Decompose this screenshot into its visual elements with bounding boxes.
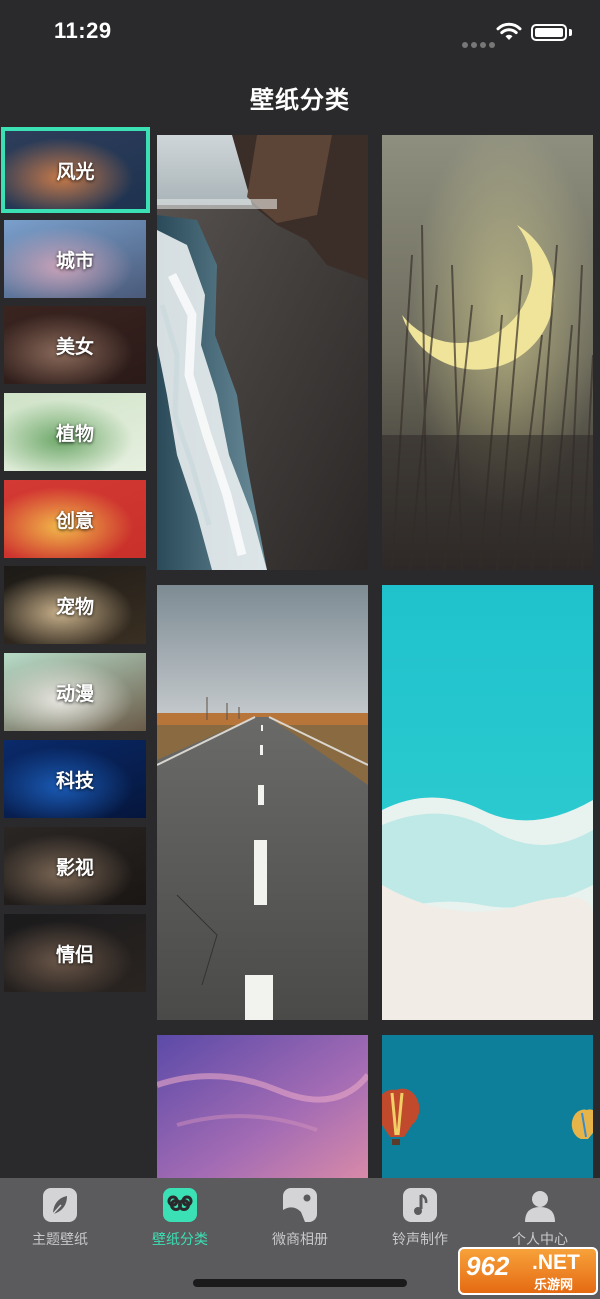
category-label: 风光 [56, 160, 95, 183]
tab-wechat-album[interactable]: 微商相册 [240, 1178, 360, 1258]
category-label: 美女 [55, 335, 94, 358]
category-label: 科技 [55, 769, 94, 792]
infinity-icon [163, 1188, 197, 1222]
coast-image [157, 135, 368, 570]
category-item-9[interactable]: 影视 [4, 827, 146, 905]
watermark-sub: 乐游网 [534, 1278, 574, 1293]
battery-cap [569, 29, 572, 36]
wallpaper-tile-purple-sky[interactable] [157, 1035, 368, 1178]
status-time: 11:29 [54, 18, 112, 43]
person-icon [523, 1188, 557, 1222]
watermark-logo: 962 .NET 乐游网 [458, 1247, 598, 1295]
wallpaper-tile-road[interactable] [157, 585, 368, 1020]
moon-image [382, 135, 593, 570]
page-title: 壁纸分类 [250, 86, 350, 114]
wifi-icon [496, 22, 522, 40]
tab-wallpaper-category[interactable]: 壁纸分类 [120, 1178, 240, 1258]
category-item-2[interactable]: 城市 [4, 220, 146, 298]
category-label: 城市 [55, 249, 94, 272]
signal-dots-icon [462, 33, 498, 52]
watermark-number: 962 [466, 1251, 510, 1281]
tab-label: 微商相册 [272, 1232, 328, 1248]
wallpaper-tile-sea[interactable] [382, 585, 593, 1020]
wallpaper-tile-coast[interactable] [157, 135, 368, 570]
home-indicator [193, 1279, 407, 1287]
tab-label: 主题壁纸 [32, 1232, 88, 1248]
feather-icon [43, 1188, 77, 1222]
category-label: 宠物 [55, 595, 94, 618]
album-icon [283, 1188, 317, 1222]
category-item-6[interactable]: 宠物 [4, 566, 146, 644]
category-item-10[interactable]: 情侣 [4, 914, 146, 992]
category-item-5[interactable]: 创意 [4, 480, 146, 558]
purple-sky-image [157, 1035, 368, 1178]
status-bar: 11:29 [0, 0, 600, 64]
tab-label: 铃声制作 [392, 1232, 448, 1248]
battery-icon [531, 24, 567, 41]
category-label: 情侣 [55, 943, 94, 966]
road-image [157, 585, 368, 1020]
category-item-1[interactable]: 风光 [1, 127, 150, 213]
tab-ringtone[interactable]: 铃声制作 [360, 1178, 480, 1258]
music-note-icon [403, 1188, 437, 1222]
category-item-7[interactable]: 动漫 [4, 653, 146, 731]
tab-theme-wallpaper[interactable]: 主题壁纸 [0, 1178, 120, 1258]
tab-profile[interactable]: 个人中心 [480, 1178, 600, 1258]
category-item-3[interactable]: 美女 [4, 306, 146, 384]
category-label: 创意 [55, 509, 94, 532]
tab-label: 个人中心 [512, 1232, 568, 1248]
category-label: 影视 [55, 856, 94, 879]
balloons-image [382, 1035, 593, 1178]
category-label: 动漫 [55, 682, 94, 705]
wallpaper-tile-balloons[interactable] [382, 1035, 593, 1178]
tab-label: 壁纸分类 [152, 1232, 208, 1248]
watermark-net: .NET [532, 1251, 580, 1274]
category-item-4[interactable]: 植物 [4, 393, 146, 471]
category-label: 植物 [55, 422, 94, 445]
wallpaper-tile-moon[interactable] [382, 135, 593, 570]
sea-image [382, 585, 593, 1020]
category-item-8[interactable]: 科技 [4, 740, 146, 818]
